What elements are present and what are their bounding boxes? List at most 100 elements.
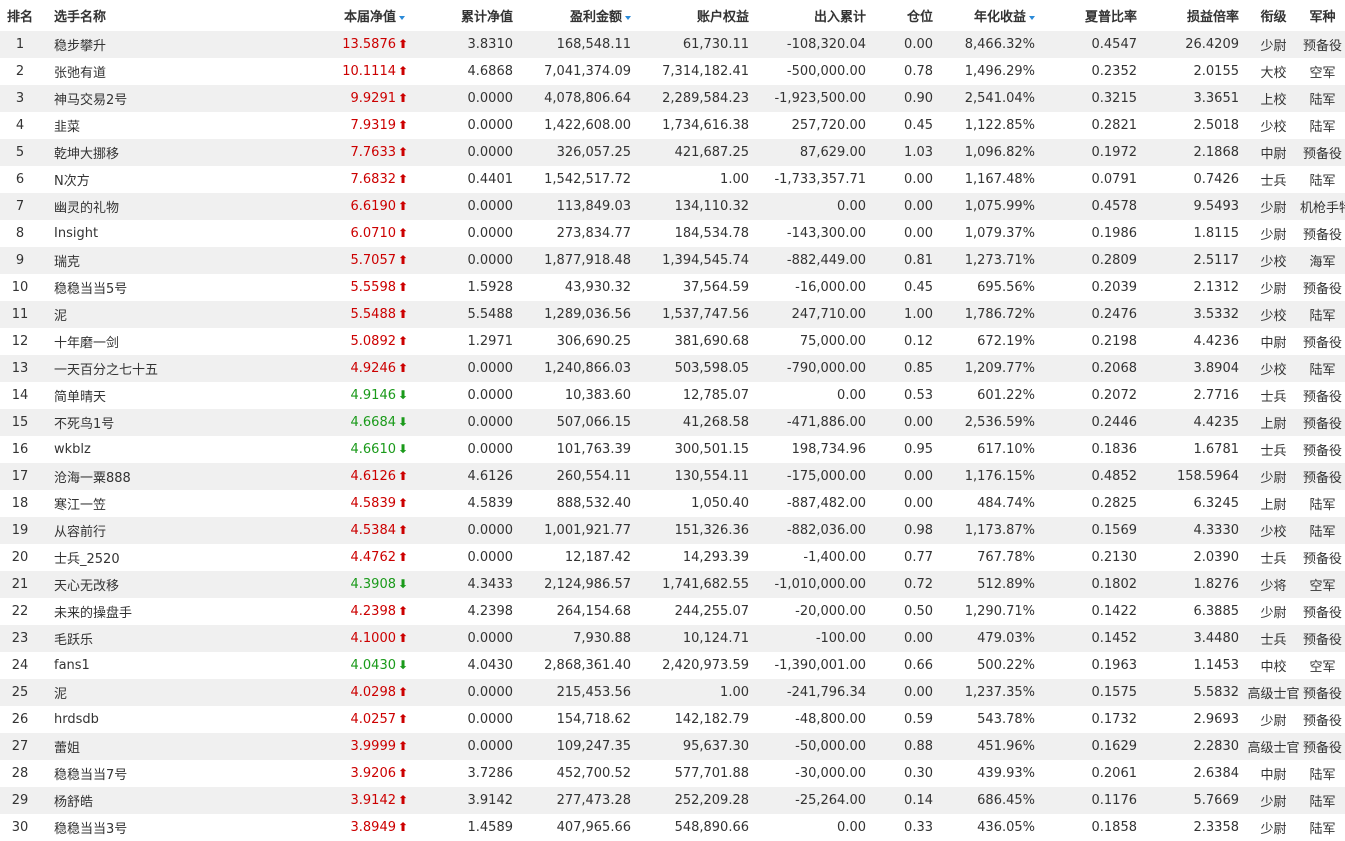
cell-player-name[interactable]: 从容前行 [40, 517, 205, 544]
table-row[interactable]: 2 张弛有道 10.1114 ⬆ 4.6868 7,041,374.09 7,314,182… [0, 58, 1345, 85]
cell-rank-text: 19 [11, 523, 29, 538]
cell-player-name[interactable]: 韭菜 [40, 112, 205, 139]
col-header-branch[interactable]: 军种 [1300, 0, 1345, 31]
cell-branch: 预备役 [1300, 139, 1345, 166]
cell-player-name[interactable]: 十年磨一剑 [40, 328, 205, 355]
table-row[interactable]: 21 天心无改移 4.3908 ⬇ 4.3433 2,124,986.57 1,741,68… [0, 571, 1345, 598]
table-row[interactable]: 7 幽灵的礼物 6.6190 ⬆ 0.0000 113,849.03 134,110.32 0… [0, 193, 1345, 220]
table-row[interactable]: 14 简单晴天 4.9146 ⬇ 0.0000 10,383.60 12,785.07 0.0… [0, 382, 1345, 409]
table-row[interactable]: 13 一天百分之七十五 4.9246 ⬆ 0.0000 1,240,866.03 503,5… [0, 355, 1345, 382]
table-row[interactable]: 29 杨舒皓 3.9142 ⬆ 3.9142 277,473.28 252,209.28 -2… [0, 787, 1345, 814]
table-row[interactable]: 28 稳稳当当7号 3.9206 ⬆ 3.7286 452,700.52 577,701.8… [0, 760, 1345, 787]
cell-player-name[interactable]: 寒江一笠 [40, 490, 205, 517]
cell-rank: 8 [0, 220, 40, 247]
cell-player-name[interactable]: N次方 [40, 166, 205, 193]
col-header-name[interactable]: 选手名称 [40, 0, 205, 31]
table-row[interactable]: 25 泥 4.0298 ⬆ 0.0000 215,453.56 1.00 -241,796.3… [0, 679, 1345, 706]
cell-player-name[interactable]: 稳稳当当3号 [40, 814, 205, 841]
cell-cum-nav-text: 0.4401 [467, 172, 514, 187]
cell-position: 0.53 [874, 382, 941, 409]
cell-player-name[interactable]: 神马交易2号 [40, 85, 205, 112]
sort-desc-icon[interactable] [625, 15, 631, 20]
col-header-equity[interactable]: 账户权益 [639, 0, 757, 31]
cell-player-name[interactable]: 泥 [40, 301, 205, 328]
table-row[interactable]: 1 稳步攀升 13.5876 ⬆ 3.8310 168,548.11 61,730.11 -1… [0, 31, 1345, 58]
table-row[interactable]: 30 稳稳当当3号 3.8949 ⬆ 1.4589 407,965.66 548,890.6… [0, 814, 1345, 841]
cell-sharpe: 0.2039 [1043, 274, 1145, 301]
cell-player-name[interactable]: 稳稳当当7号 [40, 760, 205, 787]
cell-player-name[interactable]: 瑞克 [40, 247, 205, 274]
col-header-sharpe[interactable]: 夏普比率 [1043, 0, 1145, 31]
table-row[interactable]: 11 泥 5.5488 ⬆ 5.5488 1,289,036.56 1,537,747.56… [0, 301, 1345, 328]
cell-equity-text: 130,554.11 [674, 469, 749, 484]
col-header-position[interactable]: 仓位 [874, 0, 941, 31]
cell-player-name[interactable]: 泥 [40, 679, 205, 706]
cell-player-name[interactable]: 未来的操盘手 [40, 598, 205, 625]
table-row[interactable]: 17 沧海一粟888 4.6126 ⬆ 4.6126 260,554.11 130,554.… [0, 463, 1345, 490]
col-header-profit[interactable]: 盈利金额 [521, 0, 639, 31]
cell-player-name[interactable]: 稳步攀升 [40, 31, 205, 58]
table-row[interactable]: 22 未来的操盘手 4.2398 ⬆ 4.2398 264,154.68 244,255.0… [0, 598, 1345, 625]
table-row[interactable]: 6 N次方 7.6832 ⬆ 0.4401 1,542,517.72 1.00 -1,733,… [0, 166, 1345, 193]
cell-player-name[interactable]: 简单晴天 [40, 382, 205, 409]
cell-player-name[interactable]: fans1 [40, 652, 205, 679]
table-row[interactable]: 23 毛跃乐 4.1000 ⬆ 0.0000 7,930.88 10,124.71 -100.… [0, 625, 1345, 652]
cell-rank-text: 10 [11, 280, 29, 295]
table-row[interactable]: 9 瑞克 5.7057 ⬆ 0.0000 1,877,918.48 1,394,545.74… [0, 247, 1345, 274]
cell-position-text: 0.95 [904, 442, 933, 457]
table-row[interactable]: 19 从容前行 4.5384 ⬆ 0.0000 1,001,921.77 151,326.3… [0, 517, 1345, 544]
table-row[interactable]: 20 士兵_2520 4.4762 ⬆ 0.0000 12,187.42 14,293.39… [0, 544, 1345, 571]
cell-pl-ratio-text: 1.1453 [1193, 658, 1240, 673]
cell-annual: 767.78% [941, 544, 1043, 571]
cell-cum-nav-text: 0.0000 [467, 739, 514, 754]
col-header-annual[interactable]: 年化收益 [941, 0, 1043, 31]
cell-player-name[interactable]: 士兵_2520 [40, 544, 205, 571]
cell-player-name[interactable]: 毛跃乐 [40, 625, 205, 652]
table-row[interactable]: 26 hrdsdb 4.0257 ⬆ 0.0000 154,718.62 142,182.7… [0, 706, 1345, 733]
table-row[interactable]: 12 十年磨一剑 5.0892 ⬆ 1.2971 306,690.25 381,690.68… [0, 328, 1345, 355]
table-row[interactable]: 24 fans1 4.0430 ⬇ 4.0430 2,868,361.40 2,420,97… [0, 652, 1345, 679]
cell-flow: -241,796.34 [757, 679, 874, 706]
cell-annual: 484.74% [941, 490, 1043, 517]
cell-player-name[interactable]: 不死鸟1号 [40, 409, 205, 436]
cell-player-name-text: 从容前行 [54, 525, 107, 540]
col-header-nav[interactable]: 本届净值 [205, 0, 413, 31]
cell-branch: 陆军 [1300, 787, 1345, 814]
table-row[interactable]: 4 韭菜 7.9319 ⬆ 0.0000 1,422,608.00 1,734,616.38… [0, 112, 1345, 139]
cell-player-name[interactable]: 一天百分之七十五 [40, 355, 205, 382]
cell-player-name[interactable]: Insight [40, 220, 205, 247]
table-row[interactable]: 3 神马交易2号 9.9291 ⬆ 0.0000 4,078,806.64 2,289,58… [0, 85, 1345, 112]
table-row[interactable]: 18 寒江一笠 4.5839 ⬆ 4.5839 888,532.40 1,050.40 -88… [0, 490, 1345, 517]
table-row[interactable]: 8 Insight 6.0710 ⬆ 0.0000 273,834.77 184,534.7… [0, 220, 1345, 247]
cell-player-name[interactable]: 稳稳当当5号 [40, 274, 205, 301]
cell-player-name[interactable]: 蕾姐 [40, 733, 205, 760]
cell-profit-text: 306,690.25 [556, 334, 631, 349]
cell-rank-title-text: 高级士官 [1247, 741, 1300, 756]
sort-desc-icon[interactable] [399, 15, 405, 20]
cell-position-text: 0.59 [904, 712, 933, 727]
table-row[interactable]: 5 乾坤大挪移 7.7633 ⬆ 0.0000 326,057.25 421,687.25 8… [0, 139, 1345, 166]
table-row[interactable]: 16 wkblz 4.6610 ⬇ 0.0000 101,763.39 300,501.15… [0, 436, 1345, 463]
cell-player-name[interactable]: wkblz [40, 436, 205, 463]
col-header-rank-title[interactable]: 衔级 [1247, 0, 1300, 31]
cell-player-name[interactable]: 幽灵的礼物 [40, 193, 205, 220]
cell-player-name[interactable]: 张弛有道 [40, 58, 205, 85]
cell-pl-ratio-text: 2.5117 [1193, 253, 1240, 268]
table-row[interactable]: 10 稳稳当当5号 5.5598 ⬆ 1.5928 43,930.32 37,564.59 -… [0, 274, 1345, 301]
cell-profit-text: 277,473.28 [556, 793, 631, 808]
col-header-cum-nav[interactable]: 累计净值 [413, 0, 521, 31]
cell-player-name[interactable]: 杨舒皓 [40, 787, 205, 814]
sort-desc-icon[interactable] [1029, 15, 1035, 20]
cell-sharpe-text: 0.2821 [1091, 118, 1138, 133]
col-header-pl-ratio[interactable]: 损益倍率 [1145, 0, 1247, 31]
cell-player-name[interactable]: 沧海一粟888 [40, 463, 205, 490]
col-header-rank[interactable]: 排名 [0, 0, 40, 31]
cell-cum-nav: 4.3433 [413, 571, 521, 598]
cell-player-name[interactable]: 天心无改移 [40, 571, 205, 598]
table-row[interactable]: 15 不死鸟1号 4.6684 ⬇ 0.0000 507,066.15 41,268.58 -… [0, 409, 1345, 436]
table-row[interactable]: 27 蕾姐 3.9999 ⬆ 0.0000 109,247.35 95,637.30 -50,… [0, 733, 1345, 760]
col-header-flow[interactable]: 出入累计 [757, 0, 874, 31]
cell-annual-text: 1,290.71% [964, 604, 1035, 619]
cell-player-name[interactable]: hrdsdb [40, 706, 205, 733]
cell-player-name[interactable]: 乾坤大挪移 [40, 139, 205, 166]
